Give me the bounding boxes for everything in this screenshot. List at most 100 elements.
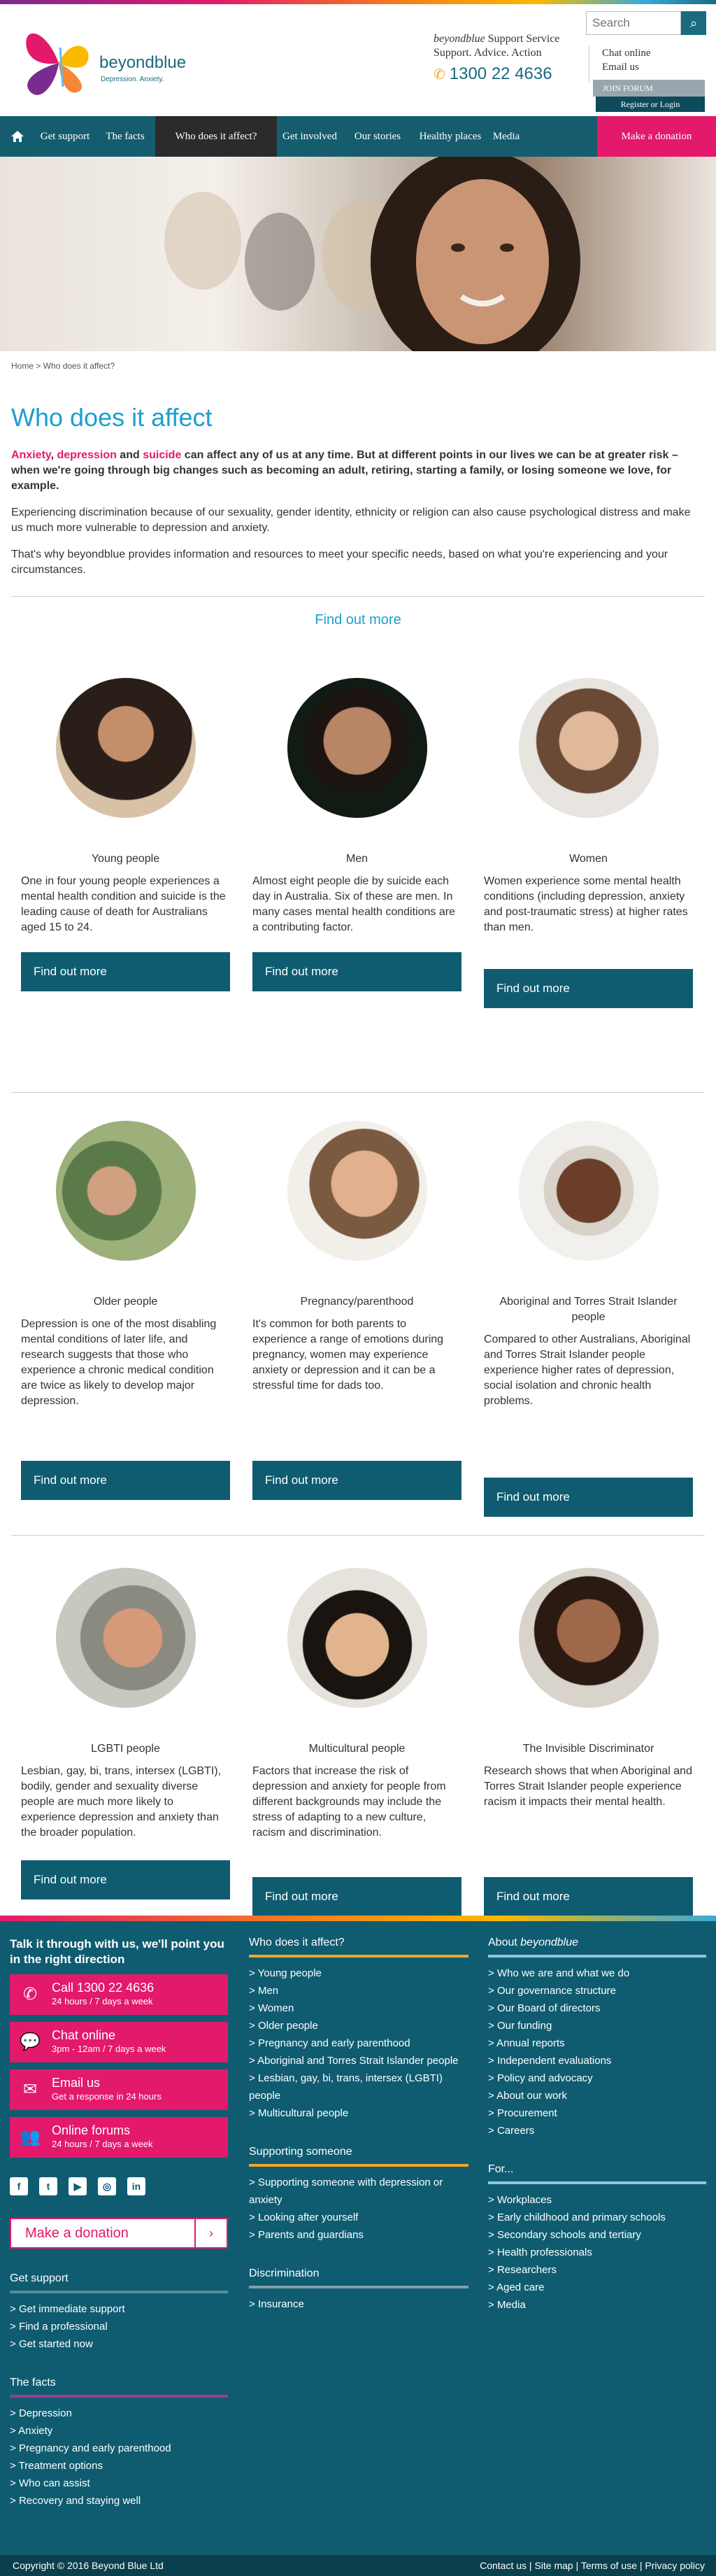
footer-link[interactable]: Men <box>249 1982 468 2000</box>
support-service-tagline: beyondblue Support Service Support. Advi… <box>434 32 559 60</box>
footer-link[interactable]: Depression <box>10 2405 228 2422</box>
twitter-icon[interactable]: t <box>39 2177 57 2195</box>
find-out-more-button[interactable]: Find out more <box>252 952 461 991</box>
footer-link[interactable]: Recovery and staying well <box>10 2492 228 2510</box>
footer-link[interactable]: Insurance <box>249 2295 468 2313</box>
footer-color-bar <box>0 1916 716 1921</box>
intro-sep-2: and <box>116 449 143 461</box>
footer-link[interactable]: Aboriginal and Torres Strait Islander pe… <box>249 2052 468 2069</box>
depression-link[interactable]: depression <box>57 449 117 461</box>
nav-home[interactable] <box>0 116 35 157</box>
suicide-link[interactable]: suicide <box>143 449 181 461</box>
footer-forums-button[interactable]: 👥 Online forums 24 hours / 7 days a week <box>10 2117 228 2158</box>
footer-link[interactable]: Women <box>249 2000 468 2017</box>
search-input[interactable] <box>586 11 681 35</box>
footer-link[interactable]: Looking after yourself <box>249 2209 468 2226</box>
site-footer: Talk it through with us, we'll point you… <box>0 1916 716 2562</box>
footer-call-button[interactable]: ✆ Call 1300 22 4636 24 hours / 7 days a … <box>10 1974 228 2015</box>
footer-chat-button[interactable]: 💬 Chat online 3pm - 12am / 7 days a week <box>10 2022 228 2062</box>
nav-get-involved[interactable]: Get involved <box>277 116 343 157</box>
nav-make-donation[interactable]: Make a donation <box>597 116 716 157</box>
footer-link[interactable]: Who we are and what we do <box>488 1965 706 1982</box>
youtube-icon[interactable]: ▶ <box>69 2177 87 2195</box>
footer-link[interactable]: Policy and advocacy <box>488 2069 706 2087</box>
footer-for-heading[interactable]: For... <box>488 2163 706 2184</box>
footer-link[interactable]: Older people <box>249 2017 468 2034</box>
nav-media[interactable]: Media <box>488 116 524 157</box>
nav-healthy-places[interactable]: Healthy places <box>413 116 488 157</box>
footer-donate-button[interactable]: Make a donation › <box>10 2218 228 2249</box>
footer-discrimination-heading[interactable]: Discrimination <box>249 2267 468 2288</box>
linkedin-icon[interactable]: in <box>127 2177 145 2195</box>
about-brand: beyondblue <box>520 1937 579 1948</box>
footer-link[interactable]: Parents and guardians <box>249 2226 468 2244</box>
footer-link[interactable]: Find a professional <box>10 2318 228 2335</box>
chevron-right-icon: › <box>194 2219 227 2247</box>
footer-link[interactable]: Lesbian, gay, bi, trans, intersex (LGBTI… <box>249 2069 468 2104</box>
instagram-icon[interactable]: ◎ <box>98 2177 116 2195</box>
footer-link[interactable]: Secondary schools and tertiary <box>488 2226 706 2244</box>
footer-link[interactable]: Researchers <box>488 2261 706 2279</box>
footer-facts-heading[interactable]: The facts <box>10 2377 228 2398</box>
find-out-more-button[interactable]: Find out more <box>252 1877 461 1916</box>
find-out-more-button[interactable]: Find out more <box>484 1877 693 1916</box>
footer-link[interactable]: Careers <box>488 2122 706 2139</box>
footer-link[interactable]: Get started now <box>10 2335 228 2353</box>
anxiety-link[interactable]: Anxiety <box>11 449 51 461</box>
footer-link[interactable]: Workplaces <box>488 2191 706 2209</box>
women-photo <box>518 678 659 818</box>
footer-link[interactable]: Independent evaluations <box>488 2052 706 2069</box>
footer-get-support-heading[interactable]: Get support <box>10 2272 228 2293</box>
footer-link[interactable]: Treatment options <box>10 2457 228 2475</box>
beyondblue-logo[interactable]: beyondblue Depression. Anxiety. <box>17 20 199 104</box>
nav-our-stories[interactable]: Our stories <box>343 116 413 157</box>
card-women: Women Women experience some mental healt… <box>473 678 704 1092</box>
footer-link[interactable]: Procurement <box>488 2104 706 2122</box>
register-login-button[interactable]: Register or Login <box>596 97 705 112</box>
multicultural-people-photo <box>287 1568 427 1708</box>
find-out-more-button[interactable]: Find out more <box>484 969 693 1008</box>
nav-who-does-it-affect[interactable]: Who does it affect? <box>155 116 277 157</box>
footer-link[interactable]: Our funding <box>488 2017 706 2034</box>
find-out-more-button[interactable]: Find out more <box>21 1461 230 1500</box>
footer-link[interactable]: Our Board of directors <box>488 2000 706 2017</box>
footer-link[interactable]: About our work <box>488 2087 706 2104</box>
breadcrumb[interactable]: Home > Who does it affect? <box>0 351 716 379</box>
footer-link[interactable]: Pregnancy and early parenthood <box>249 2034 468 2052</box>
footer-link[interactable]: Who can assist <box>10 2475 228 2492</box>
intro-paragraph-1: Experiencing discrimination because of o… <box>11 507 691 534</box>
nav-get-support[interactable]: Get support <box>35 116 95 157</box>
nav-the-facts[interactable]: The facts <box>95 116 155 157</box>
footer-who-heading[interactable]: Who does it affect? <box>249 1937 468 1958</box>
find-out-more-button[interactable]: Find out more <box>252 1461 461 1500</box>
chat-online-link[interactable]: Chat online <box>602 46 708 60</box>
footer-link[interactable]: Young people <box>249 1965 468 1982</box>
footer-link[interactable]: Media <box>488 2296 706 2314</box>
footer-link[interactable]: Anxiety <box>10 2422 228 2440</box>
footer-link[interactable]: Multicultural people <box>249 2104 468 2122</box>
join-forum-label[interactable]: JOIN FORUM <box>593 80 705 97</box>
search-button[interactable]: ⌕ <box>681 11 706 35</box>
header-phone[interactable]: ✆ 1300 22 4636 <box>434 64 552 84</box>
footer-link[interactable]: Our governance structure <box>488 1982 706 2000</box>
email-us-link[interactable]: Email us <box>602 60 708 74</box>
card-description: Women experience some mental health cond… <box>484 875 688 933</box>
bottom-links[interactable]: Contact us | Site map | Terms of use | P… <box>480 2555 705 2576</box>
card-row-1: Young people One in four young people ex… <box>0 678 716 1092</box>
footer-supporting-heading[interactable]: Supporting someone <box>249 2146 468 2167</box>
footer-about-heading[interactable]: About beyondblue <box>488 1937 706 1958</box>
find-out-more-button[interactable]: Find out more <box>21 1860 230 1899</box>
footer-link[interactable]: Annual reports <box>488 2034 706 2052</box>
footer-email-button[interactable]: ✉ Email us Get a response in 24 hours <box>10 2069 228 2110</box>
facebook-icon[interactable]: f <box>10 2177 28 2195</box>
tagline-line2: Support. Advice. Action <box>434 47 542 59</box>
find-out-more-button[interactable]: Find out more <box>21 952 230 991</box>
footer-link[interactable]: Health professionals <box>488 2244 706 2261</box>
call-title: Call 1300 22 4636 <box>52 1981 155 1995</box>
footer-link[interactable]: Pregnancy and early parenthood <box>10 2440 228 2457</box>
find-out-more-button[interactable]: Find out more <box>484 1478 693 1517</box>
footer-link[interactable]: Early childhood and primary schools <box>488 2209 706 2226</box>
footer-link[interactable]: Aged care <box>488 2279 706 2296</box>
footer-link[interactable]: Get immediate support <box>10 2300 228 2318</box>
footer-link[interactable]: Supporting someone with depression or an… <box>249 2174 468 2209</box>
